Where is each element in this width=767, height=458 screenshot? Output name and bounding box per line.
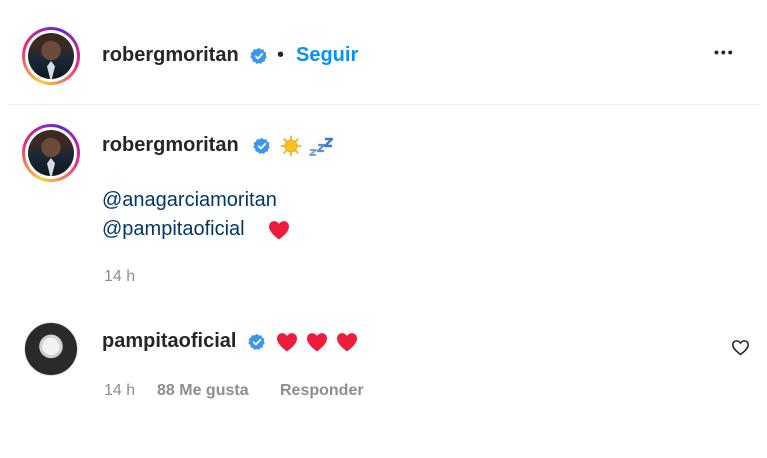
verified-badge-icon bbox=[250, 47, 267, 64]
comment-timestamp: 14 h bbox=[104, 382, 136, 399]
follow-button[interactable]: Seguir bbox=[296, 44, 358, 67]
mention-link[interactable]: @pampitaoficial bbox=[102, 218, 245, 241]
more-options-button[interactable]: ••• bbox=[714, 44, 735, 60]
commenter-username[interactable]: pampitaoficial bbox=[102, 330, 236, 353]
red-heart-emoji-icon bbox=[277, 333, 297, 352]
mention-link[interactable]: @anagarciamoritan bbox=[102, 189, 277, 212]
red-heart-emoji-icon bbox=[337, 333, 357, 352]
comment-likes-count[interactable]: 88 Me gusta bbox=[157, 382, 249, 400]
author-username[interactable]: robergmoritan bbox=[102, 44, 239, 67]
caption-username[interactable]: robergmoritan bbox=[102, 134, 239, 157]
reply-button[interactable]: Responder bbox=[280, 382, 364, 400]
like-comment-heart-icon[interactable] bbox=[731, 339, 750, 356]
commenter-avatar[interactable] bbox=[24, 322, 78, 376]
red-heart-emoji-icon bbox=[269, 221, 289, 240]
caption-avatar[interactable] bbox=[22, 124, 80, 182]
author-avatar[interactable] bbox=[22, 27, 80, 85]
red-heart-emoji-icon bbox=[307, 333, 327, 352]
verified-badge-icon bbox=[248, 333, 265, 350]
header-divider bbox=[8, 104, 759, 105]
header-separator: • bbox=[277, 44, 285, 66]
sleeping-zzz-emoji-icon bbox=[309, 137, 334, 156]
verified-badge-icon bbox=[253, 137, 270, 154]
sun-emoji-icon bbox=[280, 135, 302, 157]
caption-timestamp: 14 h bbox=[104, 268, 136, 285]
